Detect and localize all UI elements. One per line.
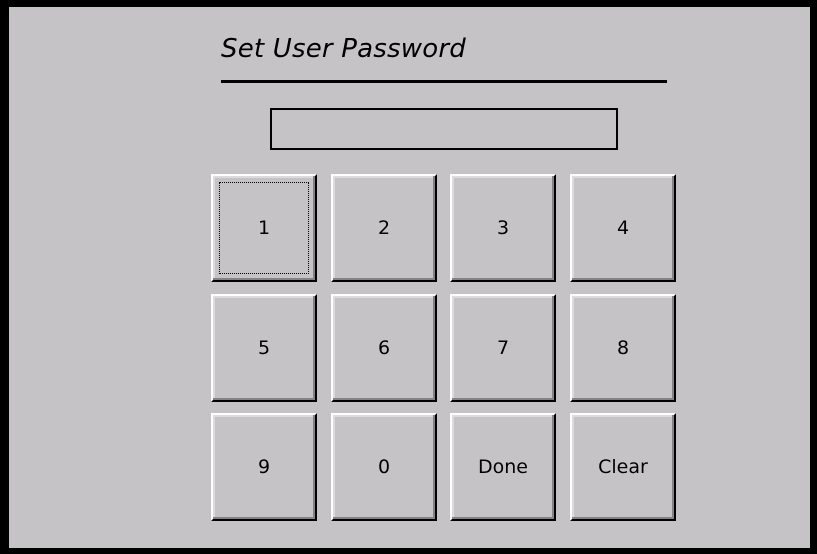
done-button[interactable]: Done — [450, 413, 556, 521]
key-label: 5 — [257, 337, 271, 359]
key-1-button[interactable]: 1 — [211, 174, 317, 282]
key-label: 6 — [377, 337, 391, 359]
password-field[interactable] — [270, 108, 618, 150]
key-label: 7 — [496, 337, 510, 359]
key-label: Done — [478, 456, 528, 478]
key-label: 1 — [257, 217, 271, 239]
key-9-button[interactable]: 9 — [211, 413, 317, 521]
dialog-title: Set User Password — [221, 34, 466, 64]
key-label: 2 — [377, 217, 391, 239]
key-label: 0 — [377, 456, 391, 478]
key-label: 3 — [496, 217, 510, 239]
key-7-button[interactable]: 7 — [450, 294, 556, 402]
key-8-button[interactable]: 8 — [570, 294, 676, 402]
key-label: 9 — [257, 456, 271, 478]
key-6-button[interactable]: 6 — [331, 294, 437, 402]
key-5-button[interactable]: 5 — [211, 294, 317, 402]
key-3-button[interactable]: 3 — [450, 174, 556, 282]
title-underline — [221, 80, 667, 83]
clear-button[interactable]: Clear — [570, 413, 676, 521]
key-label: Clear — [598, 456, 648, 478]
key-2-button[interactable]: 2 — [331, 174, 437, 282]
key-4-button[interactable]: 4 — [570, 174, 676, 282]
password-dialog: Set User Password 1 2 3 4 5 6 7 8 9 0 Do… — [0, 0, 817, 554]
key-label: 4 — [616, 217, 630, 239]
key-0-button[interactable]: 0 — [331, 413, 437, 521]
key-label: 8 — [616, 337, 630, 359]
